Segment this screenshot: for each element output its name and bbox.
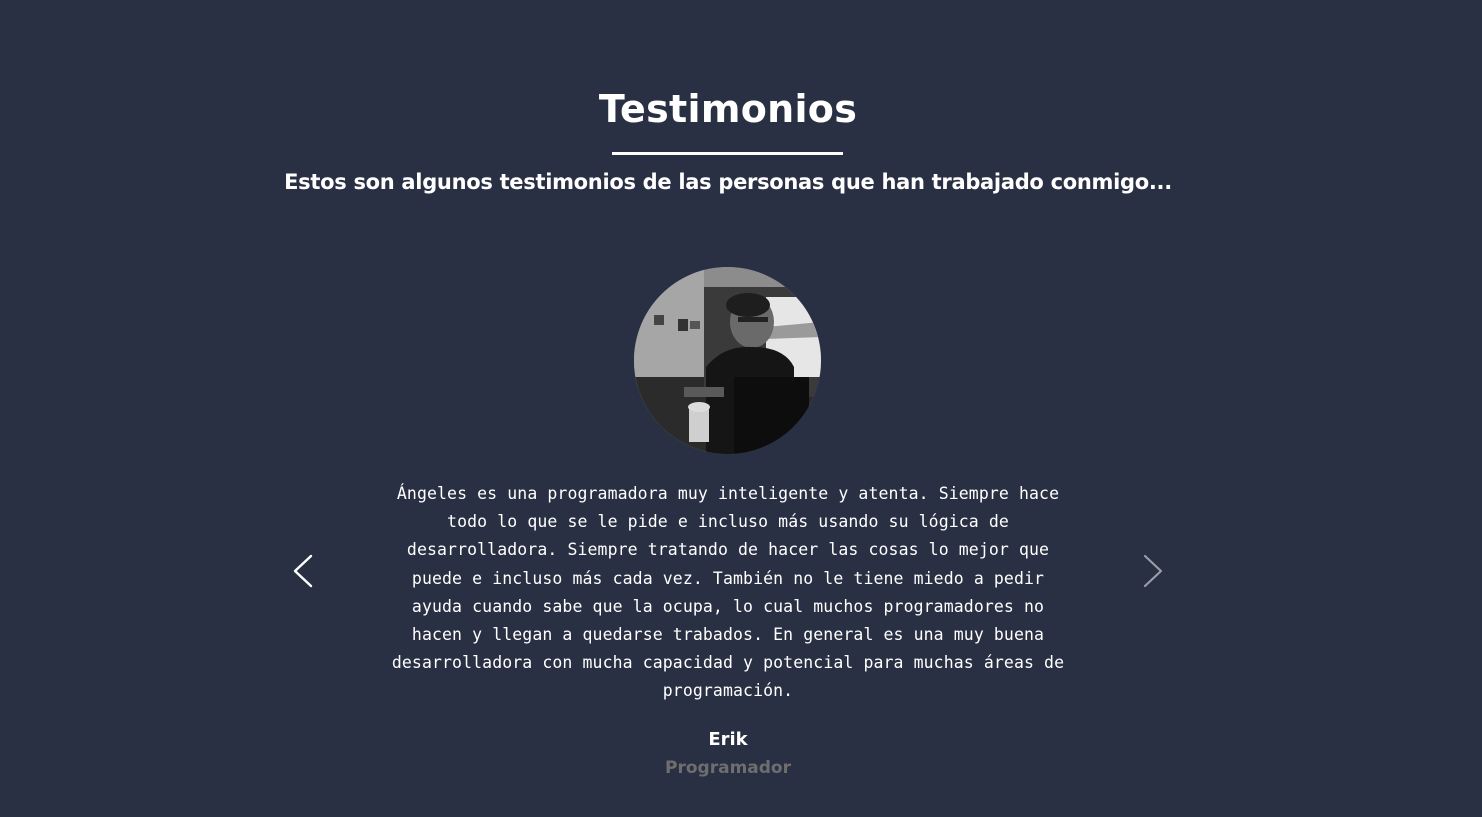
testimonial-avatar (634, 267, 821, 454)
chevron-left-icon (293, 554, 313, 588)
section-title: Testimonios (598, 87, 858, 131)
chevron-right-icon (1143, 554, 1163, 588)
testimonial-author-role: Programador (665, 758, 791, 778)
carousel-next-button[interactable] (1133, 541, 1173, 601)
testimonial-author-name: Erik (708, 729, 748, 750)
avatar-photo (634, 267, 821, 454)
carousel-prev-button[interactable] (283, 541, 323, 601)
section-subtitle: Estos son algunos testimonios de las per… (284, 170, 1172, 194)
testimonial-quote: Ángeles es una programadora muy intelige… (391, 484, 1065, 701)
title-underline (612, 152, 843, 155)
testimonials-section: Testimonios Estos son algunos testimonio… (0, 0, 1482, 817)
